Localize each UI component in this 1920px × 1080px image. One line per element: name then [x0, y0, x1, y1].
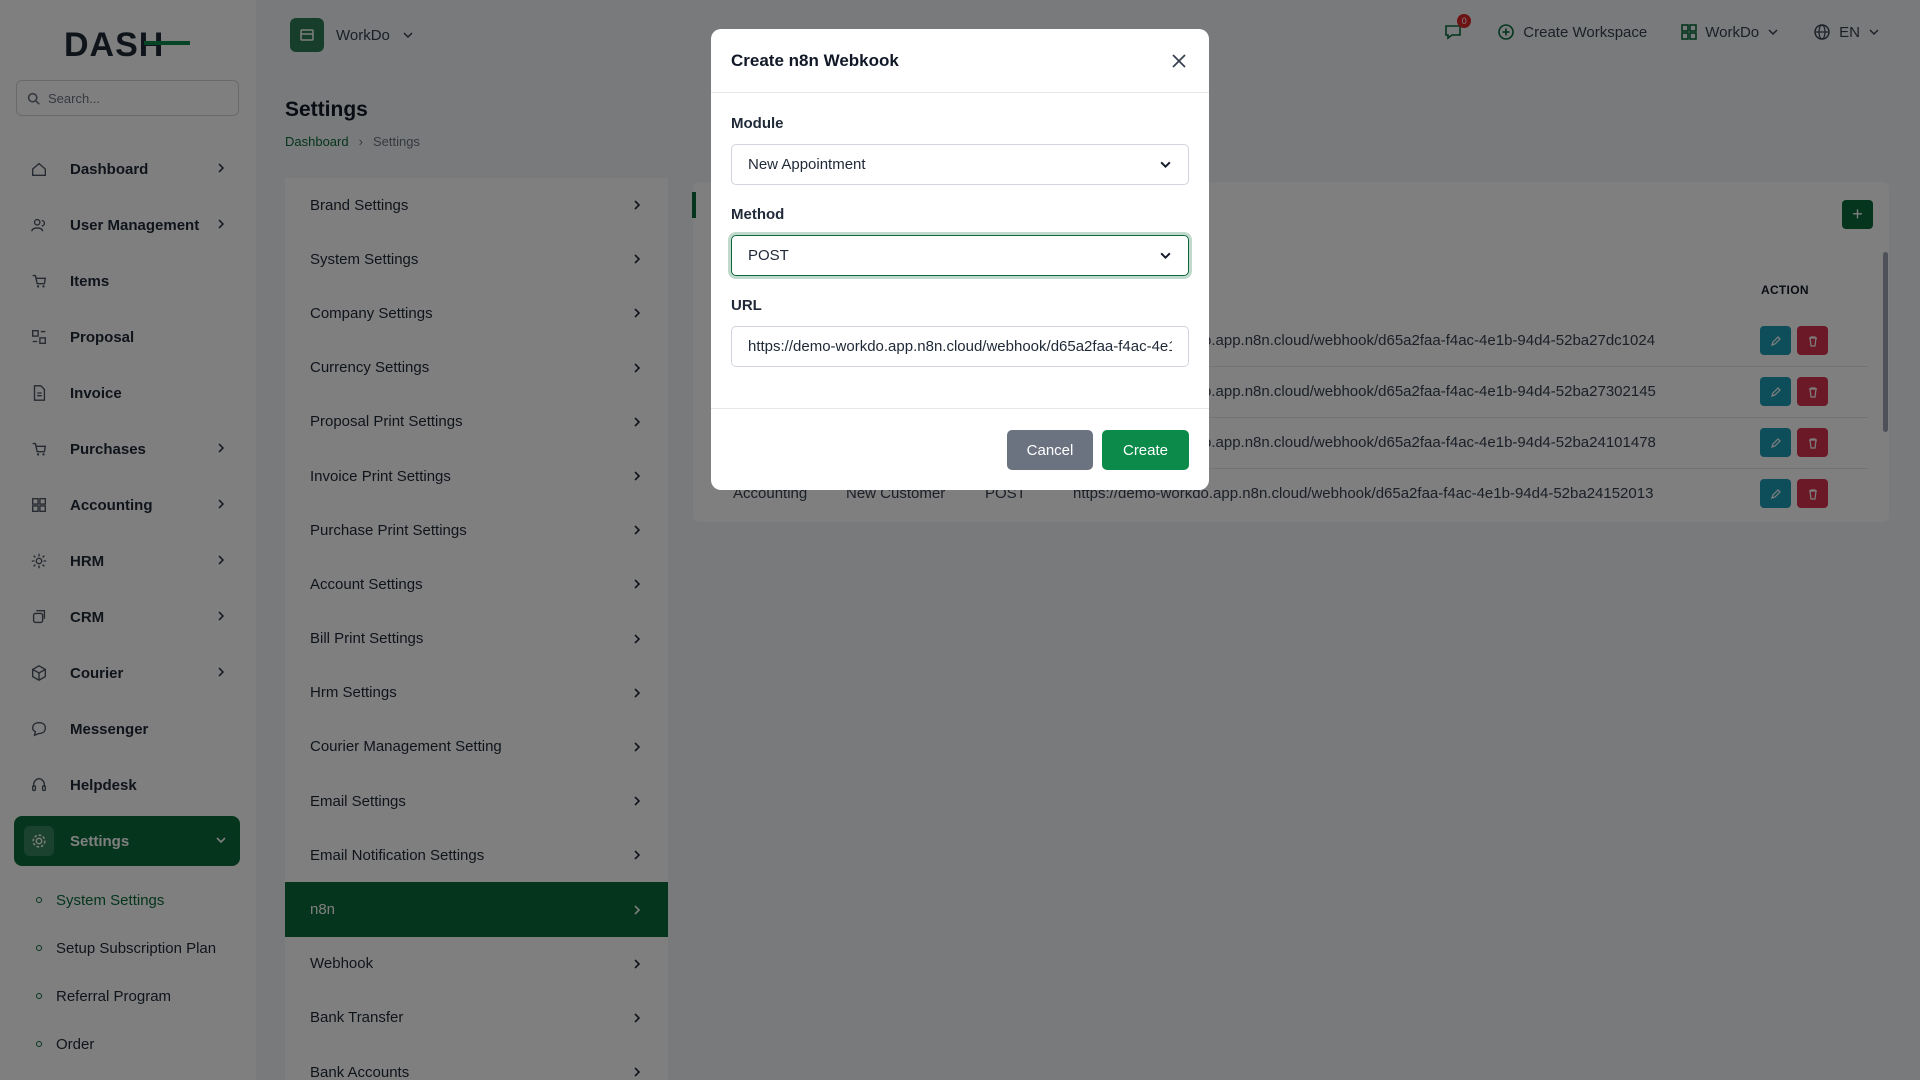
chevron-down-icon [1160, 161, 1171, 169]
module-select-value: New Appointment [748, 156, 866, 173]
url-label: URL [731, 297, 762, 314]
cancel-button[interactable]: Cancel [1007, 430, 1093, 470]
url-input[interactable] [748, 338, 1172, 355]
close-icon [1172, 53, 1186, 68]
module-label: Module [731, 115, 784, 132]
url-field[interactable] [731, 326, 1189, 367]
chevron-down-icon [1160, 252, 1171, 260]
close-button[interactable] [1167, 49, 1191, 73]
create-button[interactable]: Create [1102, 430, 1189, 470]
modal-body: Module New Appointment Method POST URL [711, 115, 1209, 367]
module-select[interactable]: New Appointment [731, 144, 1189, 185]
modal-title: Create n8n Webkook [731, 50, 899, 70]
modal-footer: Cancel Create [711, 408, 1209, 490]
modal-header: Create n8n Webkook [711, 29, 1209, 93]
method-select-value: POST [748, 247, 789, 264]
create-webhook-modal: Create n8n Webkook Module New Appointmen… [711, 29, 1209, 490]
method-select[interactable]: POST [731, 235, 1189, 276]
method-label: Method [731, 206, 785, 223]
